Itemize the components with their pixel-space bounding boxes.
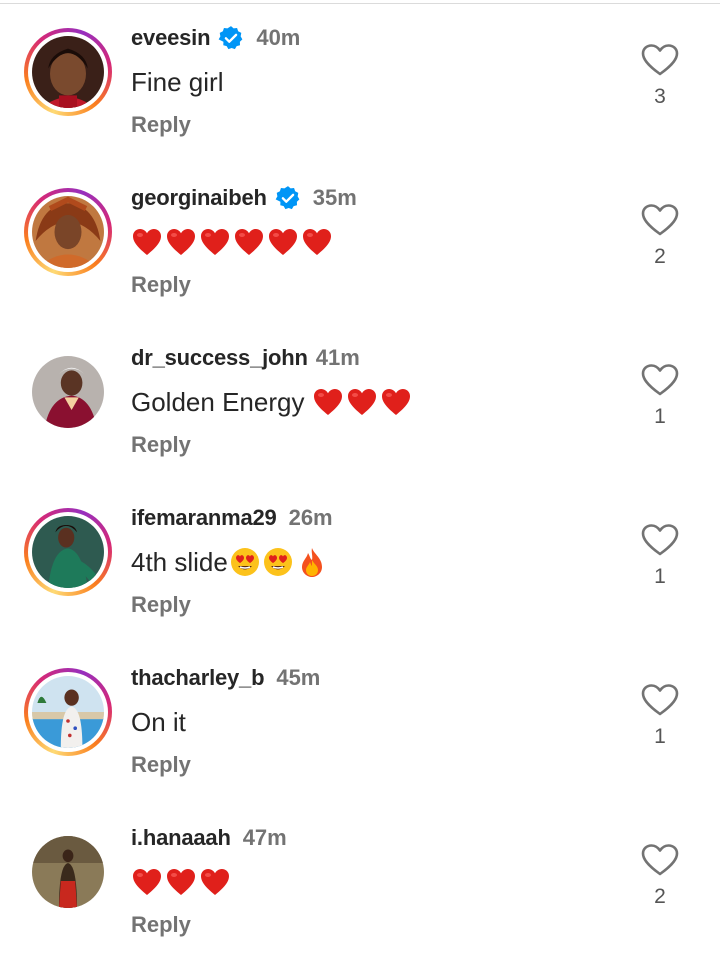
comment-body: On it xyxy=(131,706,186,737)
avatar-image xyxy=(32,516,104,588)
timestamp: 26m xyxy=(288,505,333,530)
comment-body: 4th slide xyxy=(131,546,228,577)
heart-eyes-emoji-icon xyxy=(229,546,261,578)
comment-item: ifemaranma29 26m 4th slide Reply 1 xyxy=(0,480,720,640)
like-heart-icon[interactable] xyxy=(640,43,680,77)
like-heart-icon[interactable] xyxy=(640,203,680,237)
red-heart-emoji-icon xyxy=(312,387,344,417)
username[interactable]: ifemaranma29 xyxy=(131,505,277,531)
avatar-image xyxy=(32,676,104,748)
like-heart-icon[interactable] xyxy=(640,363,680,397)
timestamp: 41m xyxy=(315,345,360,370)
comment-header: georginaibeh 35m xyxy=(131,183,357,213)
comment-item: eveesin 40m Fine girl Reply 3 xyxy=(0,0,720,160)
avatar[interactable] xyxy=(24,348,112,436)
red-heart-emoji-icon xyxy=(346,387,378,417)
reply-button[interactable]: Reply xyxy=(131,590,191,620)
avatar-image xyxy=(32,356,104,428)
username[interactable]: eveesin xyxy=(131,25,211,51)
username[interactable]: i.hanaaah xyxy=(131,825,231,851)
red-heart-emoji-icon xyxy=(131,867,163,897)
comment-text xyxy=(131,864,233,900)
comment-item: dr_success_john 41m Golden Energy Reply … xyxy=(0,320,720,480)
like-count: 3 xyxy=(654,85,666,108)
username[interactable]: georginaibeh xyxy=(131,185,267,211)
timestamp: 40m xyxy=(256,25,301,50)
red-heart-emoji-icon xyxy=(233,227,265,257)
emoji-row xyxy=(131,227,335,257)
emoji-row xyxy=(228,546,326,578)
red-heart-emoji-icon xyxy=(165,227,197,257)
emoji-row xyxy=(131,867,233,897)
like-count: 2 xyxy=(654,245,666,268)
red-heart-emoji-icon xyxy=(131,227,163,257)
reply-button[interactable]: Reply xyxy=(131,750,191,780)
reply-button[interactable]: Reply xyxy=(131,270,191,300)
like-count: 1 xyxy=(654,725,666,748)
red-heart-emoji-icon xyxy=(301,227,333,257)
avatar-image xyxy=(32,836,104,908)
username[interactable]: thacharley_b xyxy=(131,665,265,691)
username[interactable]: dr_success_john xyxy=(131,345,308,371)
comment-item: i.hanaaah 47m Reply 2 xyxy=(0,800,720,960)
timestamp: 35m xyxy=(312,185,357,210)
timestamp: 45m xyxy=(276,665,321,690)
comment-body: Golden Energy xyxy=(131,386,305,417)
red-heart-emoji-icon xyxy=(199,867,231,897)
like-heart-icon[interactable] xyxy=(640,843,680,877)
avatar[interactable] xyxy=(24,508,112,596)
comment-text: Golden Energy xyxy=(131,384,414,420)
comment-item: georginaibeh 35m Reply 2 xyxy=(0,160,720,320)
avatar[interactable] xyxy=(24,188,112,276)
like-count: 2 xyxy=(654,885,666,908)
avatar[interactable] xyxy=(24,828,112,916)
red-heart-emoji-icon xyxy=(267,227,299,257)
comment-body: Fine girl xyxy=(131,66,224,97)
comment-item: thacharley_b 45m On it Reply 1 xyxy=(0,640,720,800)
like-count: 1 xyxy=(654,565,666,588)
comment-header: thacharley_b 45m xyxy=(131,663,320,693)
comment-text: Fine girl xyxy=(131,64,223,100)
like-count: 1 xyxy=(654,405,666,428)
comment-text: On it xyxy=(131,704,186,740)
red-heart-emoji-icon xyxy=(199,227,231,257)
comment-text: 4th slide xyxy=(131,544,326,580)
comment-header: eveesin 40m xyxy=(131,23,300,53)
comment-header: ifemaranma29 26m xyxy=(131,503,333,533)
red-heart-emoji-icon xyxy=(380,387,412,417)
timestamp: 47m xyxy=(242,825,287,850)
comment-text xyxy=(131,224,335,260)
avatar[interactable] xyxy=(24,668,112,756)
red-heart-emoji-icon xyxy=(165,867,197,897)
like-heart-icon[interactable] xyxy=(640,683,680,717)
heart-eyes-emoji-icon xyxy=(262,546,294,578)
like-heart-icon[interactable] xyxy=(640,523,680,557)
verified-badge-icon xyxy=(218,25,244,51)
avatar[interactable] xyxy=(24,28,112,116)
comment-header: dr_success_john 41m xyxy=(131,343,360,373)
comment-header: i.hanaaah 47m xyxy=(131,823,287,853)
verified-badge-icon xyxy=(275,185,301,211)
fire-emoji-icon xyxy=(298,546,326,578)
reply-button[interactable]: Reply xyxy=(131,430,191,460)
emoji-row xyxy=(312,387,414,417)
reply-button[interactable]: Reply xyxy=(131,910,191,940)
reply-button[interactable]: Reply xyxy=(131,110,191,140)
avatar-image xyxy=(32,36,104,108)
avatar-image xyxy=(32,196,104,268)
